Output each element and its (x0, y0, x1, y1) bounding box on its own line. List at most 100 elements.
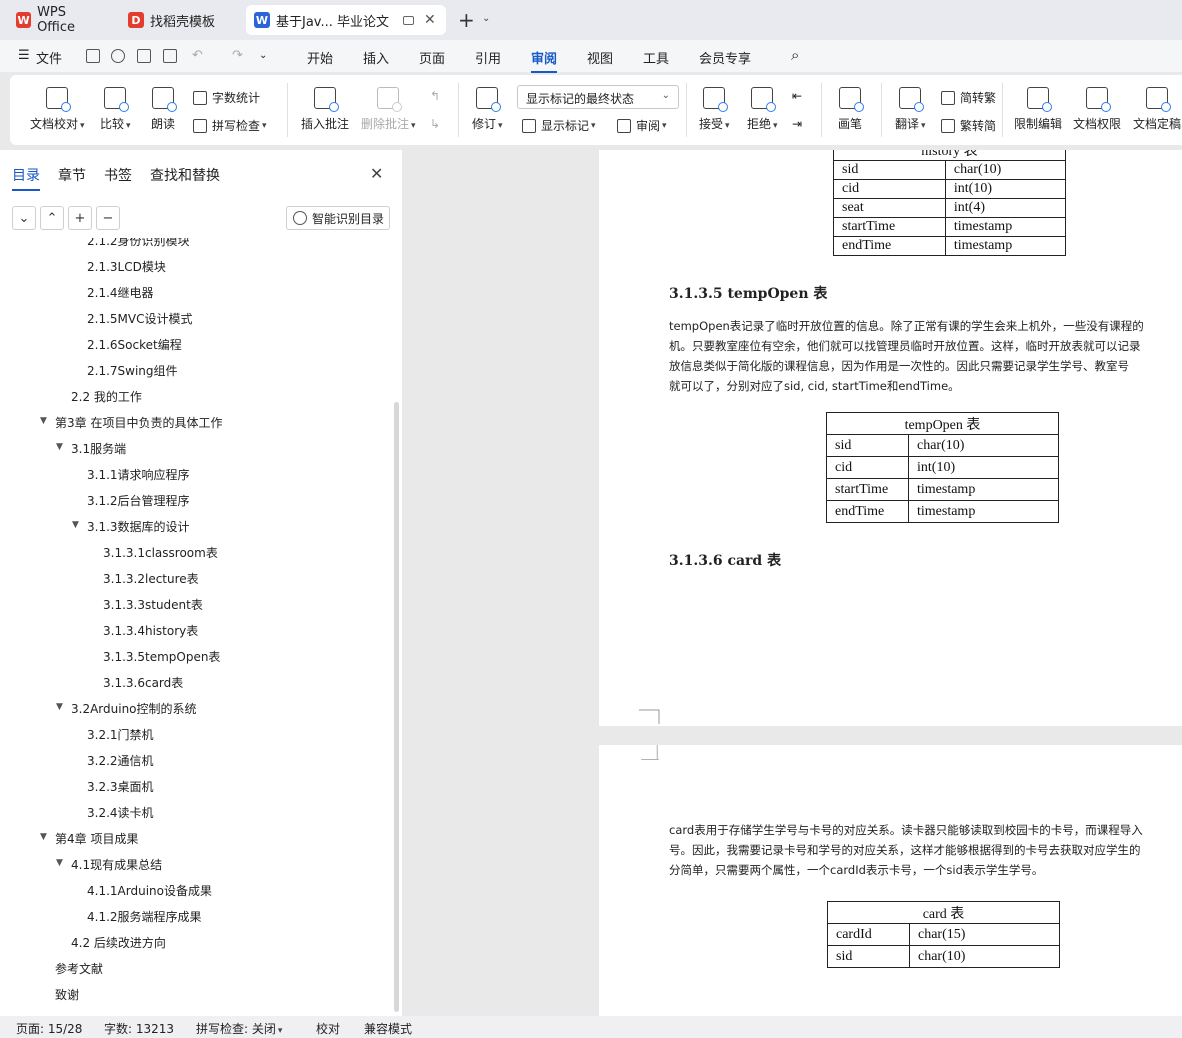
tab-float-icon[interactable] (403, 15, 415, 25)
toc-item[interactable]: 3.1.3.3student表 (103, 596, 203, 613)
toc-item[interactable]: 3.1.3.4history表 (103, 622, 198, 639)
print-preview-icon[interactable] (163, 49, 177, 63)
toc-item[interactable]: 2.2 我的工作 (71, 388, 142, 405)
expand-down-button[interactable]: ⌄ (12, 206, 36, 230)
hamburger-menu-icon[interactable]: ☰ (18, 48, 30, 63)
redo-icon[interactable]: ↷ (232, 48, 243, 63)
expand-arrow-icon[interactable]: ▼ (56, 858, 63, 868)
toc-item[interactable]: 4.1现有成果总结 (71, 856, 162, 873)
previous-change-icon[interactable]: ⇤ (792, 89, 802, 103)
expand-arrow-icon[interactable]: ▼ (40, 832, 47, 842)
translate-button[interactable]: 翻译 ▾ (895, 87, 926, 132)
toc-item[interactable]: 2.1.5MVC设计模式 (87, 310, 192, 327)
delete-comment-button[interactable]: 删除批注 ▾ (361, 87, 416, 132)
doc-check-button[interactable]: 文档校对 ▾ (30, 87, 85, 132)
nav-tab-find-replace[interactable]: 查找和替换 (150, 165, 220, 185)
collapse-up-button[interactable]: ⌃ (40, 206, 64, 230)
track-changes-button[interactable]: 修订 ▾ (472, 87, 503, 132)
show-markup-button[interactable]: 显示标记 ▾ (522, 117, 596, 134)
menu-file[interactable]: 文件 (36, 48, 62, 67)
review-pane-button[interactable]: 审阅 ▾ (617, 117, 667, 134)
menu-review[interactable]: 审阅 (531, 48, 558, 73)
proofread-status[interactable]: 校对 (316, 1020, 340, 1037)
toc-item[interactable]: 2.1.7Swing组件 (87, 362, 178, 379)
nav-tab-chapters[interactable]: 章节 (58, 165, 86, 185)
simplified-to-traditional-button[interactable]: 简转繁 (941, 89, 996, 106)
expand-arrow-icon[interactable]: ▼ (56, 442, 63, 452)
expand-arrow-icon[interactable]: ▼ (40, 416, 47, 426)
toc-item[interactable]: 3.2.2通信机 (87, 752, 154, 769)
reject-button[interactable]: 拒绝 ▾ (747, 87, 778, 132)
toc-item[interactable]: 2.1.6Socket编程 (87, 336, 182, 353)
save-icon[interactable] (86, 49, 100, 63)
toc-item[interactable]: 3.2.1门禁机 (87, 726, 154, 743)
toc-item[interactable]: 3.1.3.1classroom表 (103, 544, 218, 561)
expand-arrow-icon[interactable]: ▼ (56, 702, 63, 712)
share-icon[interactable] (111, 49, 125, 63)
menu-insert[interactable]: 插入 (363, 48, 389, 67)
doc-finalize-button[interactable]: 文档定稿 (1133, 87, 1181, 132)
toc-item[interactable]: 2.1.4继电器 (87, 284, 154, 301)
chevron-down-icon[interactable]: ⌄ (482, 13, 490, 24)
traditional-to-simplified-button[interactable]: 繁转简 (941, 117, 996, 134)
nav-scrollbar[interactable] (394, 402, 399, 1012)
toc-item[interactable]: 3.2Arduino控制的系统 (71, 700, 197, 717)
spell-check-button[interactable]: 拼写检查 ▾ (193, 117, 267, 134)
tab-document[interactable]: W 基于Jav... 毕业论文 ✕ (246, 5, 446, 35)
search-icon[interactable]: ⌕ (791, 46, 799, 64)
next-comment-icon[interactable]: ↳ (430, 117, 440, 131)
smart-toc-button[interactable]: 智能识别目录 (286, 206, 390, 230)
toc-item[interactable]: 4.2 后续改进方向 (71, 934, 166, 951)
compare-button[interactable]: 比较 ▾ (100, 87, 131, 132)
toc-item[interactable]: 3.1.1请求响应程序 (87, 466, 190, 483)
word-count-indicator[interactable]: 字数: 13213 (104, 1020, 174, 1037)
close-icon[interactable]: ✕ (370, 164, 383, 183)
menu-home[interactable]: 开始 (307, 48, 333, 67)
toc-item[interactable]: 3.2.3桌面机 (87, 778, 154, 795)
toc-item[interactable]: 3.1.3.5tempOpen表 (103, 648, 220, 665)
accept-button[interactable]: 接受 ▾ (699, 87, 730, 132)
read-aloud-button[interactable]: 朗读 (151, 87, 177, 132)
toc-item[interactable]: 3.2.4读卡机 (87, 804, 154, 821)
toc-item[interactable]: 4.1.1Arduino设备成果 (87, 882, 212, 899)
markup-state-select[interactable]: 显示标记的最终状态 ⌄ (517, 85, 679, 109)
remove-heading-button[interactable]: − (96, 206, 120, 230)
toc-item[interactable]: 3.1.3.6card表 (103, 674, 183, 691)
next-change-icon[interactable]: ⇥ (792, 117, 802, 131)
toc-item[interactable]: 4.1.2服务端程序成果 (87, 908, 202, 925)
insert-comment-button[interactable]: 插入批注 (301, 87, 349, 132)
expand-arrow-icon[interactable]: ▼ (72, 520, 79, 530)
add-heading-button[interactable]: + (68, 206, 92, 230)
close-icon[interactable]: ✕ (424, 12, 436, 28)
nav-tab-toc[interactable]: 目录 (12, 165, 40, 191)
tab-wps-office[interactable]: W WPS Office (8, 5, 112, 35)
print-icon[interactable] (137, 49, 151, 63)
new-tab-plus-icon[interactable]: + (458, 8, 475, 32)
doc-permission-button[interactable]: 文档权限 (1073, 87, 1121, 132)
menu-page[interactable]: 页面 (419, 48, 445, 67)
toc-item[interactable]: 第4章 项目成果 (55, 830, 138, 847)
nav-tab-bookmarks[interactable]: 书签 (104, 165, 132, 185)
toc-item[interactable]: 3.1.3.2lecture表 (103, 570, 199, 587)
word-count-button[interactable]: 字数统计 (193, 89, 260, 106)
restrict-edit-button[interactable]: 限制编辑 (1014, 87, 1062, 132)
undo-icon[interactable]: ↶ (192, 48, 203, 63)
spell-check-status[interactable]: 拼写检查: 关闭 ▾ (196, 1020, 282, 1037)
tab-docer-templates[interactable]: D 找稻壳模板 (120, 5, 242, 35)
menu-references[interactable]: 引用 (475, 48, 501, 67)
pen-button[interactable]: 画笔 (838, 87, 864, 132)
menu-tools[interactable]: 工具 (643, 48, 669, 67)
toc-item[interactable]: 致谢 (55, 986, 79, 1003)
quick-access-dropdown-icon[interactable]: ⌄ (259, 50, 267, 61)
toc-item[interactable]: 参考文献 (55, 960, 103, 977)
toc-item[interactable]: 第3章 在项目中负责的具体工作 (55, 414, 222, 431)
previous-comment-icon[interactable]: ↰ (430, 89, 440, 103)
toc-item[interactable]: 2.1.2身份识别模块 (87, 238, 190, 249)
toc-item[interactable]: 3.1.2后台管理程序 (87, 492, 190, 509)
toc-item[interactable]: 3.1.3数据库的设计 (87, 518, 190, 535)
menu-view[interactable]: 视图 (587, 48, 613, 67)
toc-item[interactable]: 2.1.3LCD模块 (87, 258, 166, 275)
toc-item[interactable]: 3.1服务端 (71, 440, 126, 457)
menu-membership[interactable]: 会员专享 (699, 48, 751, 67)
page-indicator[interactable]: 页面: 15/28 (16, 1020, 82, 1037)
